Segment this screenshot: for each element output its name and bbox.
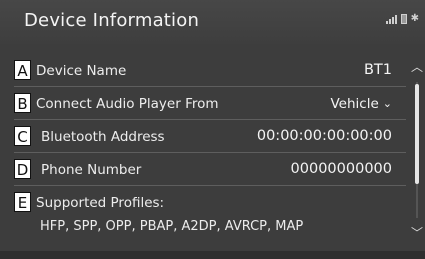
connect-audio-player-dropdown[interactable]: Vehicle ⌄	[331, 96, 393, 112]
chevron-up-icon[interactable]: ︿	[410, 60, 424, 74]
connect-audio-player-row[interactable]: B Connect Audio Player From Vehicle ⌄	[14, 87, 406, 120]
device-name-row[interactable]: A Device Name BT1	[14, 54, 406, 87]
bluetooth-icon: ✱	[410, 13, 419, 24]
header-bar: Device Information ✱	[0, 0, 425, 44]
chevron-down-icon[interactable]: ﹀	[410, 226, 424, 240]
battery-icon	[400, 14, 407, 24]
device-name-value: BT1	[363, 62, 392, 78]
bluetooth-address-row: C Bluetooth Address 00:00:00:00:00:00	[14, 120, 406, 153]
device-information-screen: Device Information ✱ A Device Name BT1 B…	[0, 0, 425, 259]
callout-letter: B	[14, 93, 31, 113]
signal-icon	[385, 15, 397, 24]
callout-letter: D	[14, 159, 31, 179]
callout-letter: C	[14, 126, 31, 146]
bluetooth-address-label: Bluetooth Address	[41, 129, 165, 145]
callout-letter: E	[14, 192, 31, 212]
device-info-list: A Device Name BT1 B Connect Audio Player…	[14, 54, 406, 248]
supported-profiles-value: HFP, SPP, OPP, PBAP, A2DP, AVRCP, MAP	[40, 219, 304, 234]
bottom-bar	[0, 251, 425, 259]
status-icons: ✱	[385, 13, 419, 24]
connect-audio-player-value: Vehicle	[330, 96, 379, 112]
callout-letter: A	[14, 60, 31, 80]
page-title: Device Information	[24, 10, 200, 31]
bluetooth-address-value: 00:00:00:00:00:00	[256, 128, 392, 144]
phone-number-value: 00000000000	[290, 161, 392, 177]
scrollbar[interactable]: ︿ ﹀	[410, 54, 424, 244]
supported-profiles-label: Supported Profiles:	[36, 195, 165, 211]
device-name-label: Device Name	[36, 63, 127, 79]
scroll-thumb[interactable]	[415, 84, 419, 184]
phone-number-row: D Phone Number 00000000000	[14, 153, 406, 186]
supported-profiles-row: E Supported Profiles: HFP, SPP, OPP, PBA…	[14, 186, 406, 248]
connect-audio-player-label: Connect Audio Player From	[36, 96, 219, 112]
chevron-down-icon: ⌄	[382, 97, 392, 110]
phone-number-label: Phone Number	[41, 162, 142, 178]
